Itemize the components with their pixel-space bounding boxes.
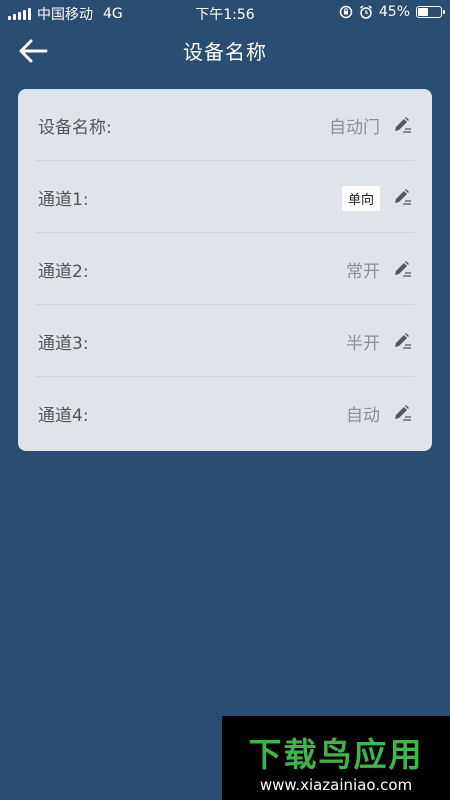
watermark-url: www.xiazainiao.com [259,776,413,794]
row-label: 通道3: [38,334,89,354]
status-bar-right: 45% [339,4,445,20]
row-value: 单向 [341,186,380,211]
page-title: 设备名称 [183,40,267,64]
battery-percent: 45% [378,4,410,20]
row-value: 自动 [346,406,380,426]
status-bar: 中国移动 4G 下午1:56 45% [0,0,450,26]
row-label: 设备名称: [38,118,112,138]
row-label: 通道1: [38,190,89,210]
channel-1-row[interactable]: 通道1: 单向 [36,161,414,233]
watermark-brand: 下载鸟应用 [248,735,424,774]
row-value: 常开 [346,262,380,282]
lock-rotation-icon [339,5,353,19]
device-name-row[interactable]: 设备名称: 自动门 [36,89,414,161]
edit-icon[interactable] [392,187,412,207]
edit-icon[interactable] [392,115,412,135]
channel-3-row[interactable]: 通道3: 半开 [36,305,414,377]
row-value: 自动门 [329,118,380,138]
header: 设备名称 [0,26,450,74]
device-settings-card: 设备名称: 自动门 通道1: 单向 通道2: 常开 通道3: 半开 通道4: 自… [18,89,432,451]
battery-level [418,8,428,16]
row-label: 通道2: [38,262,89,282]
battery-icon [416,6,445,18]
alarm-icon [359,5,372,19]
watermark: 下载鸟应用 www.xiazainiao.com [222,716,450,800]
edit-icon[interactable] [392,403,412,423]
row-label: 通道4: [38,406,89,426]
channel-4-row[interactable]: 通道4: 自动 [36,377,414,449]
row-value: 半开 [346,334,380,354]
channel-2-row[interactable]: 通道2: 常开 [36,233,414,305]
edit-icon[interactable] [392,259,412,279]
edit-icon[interactable] [392,331,412,351]
